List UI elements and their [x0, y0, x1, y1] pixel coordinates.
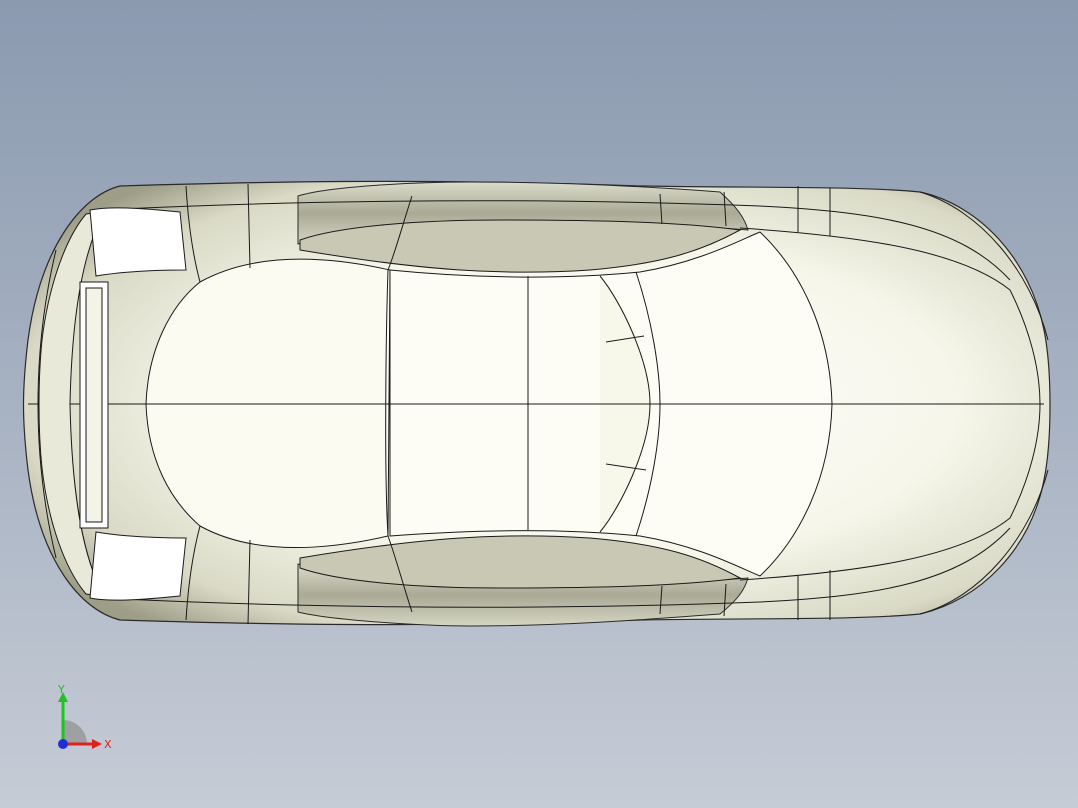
hood-panel: [145, 258, 391, 548]
coordinate-triad: Y X: [57, 684, 112, 751]
front-grille-inner: [85, 287, 103, 523]
triad-arc: [63, 720, 87, 744]
car-model[interactable]: [0, 0, 1078, 808]
triad-z-origin-icon: [58, 739, 68, 749]
triad-y-label: Y: [57, 684, 65, 696]
front-headlight-bottom: [89, 531, 187, 601]
graphics-viewport[interactable]: Y X: [0, 0, 1078, 808]
car-body: [22, 180, 1051, 627]
front-headlight-top: [89, 207, 187, 277]
triad-x-label: X: [104, 738, 112, 751]
triad-x-arrow-icon: [92, 739, 102, 749]
